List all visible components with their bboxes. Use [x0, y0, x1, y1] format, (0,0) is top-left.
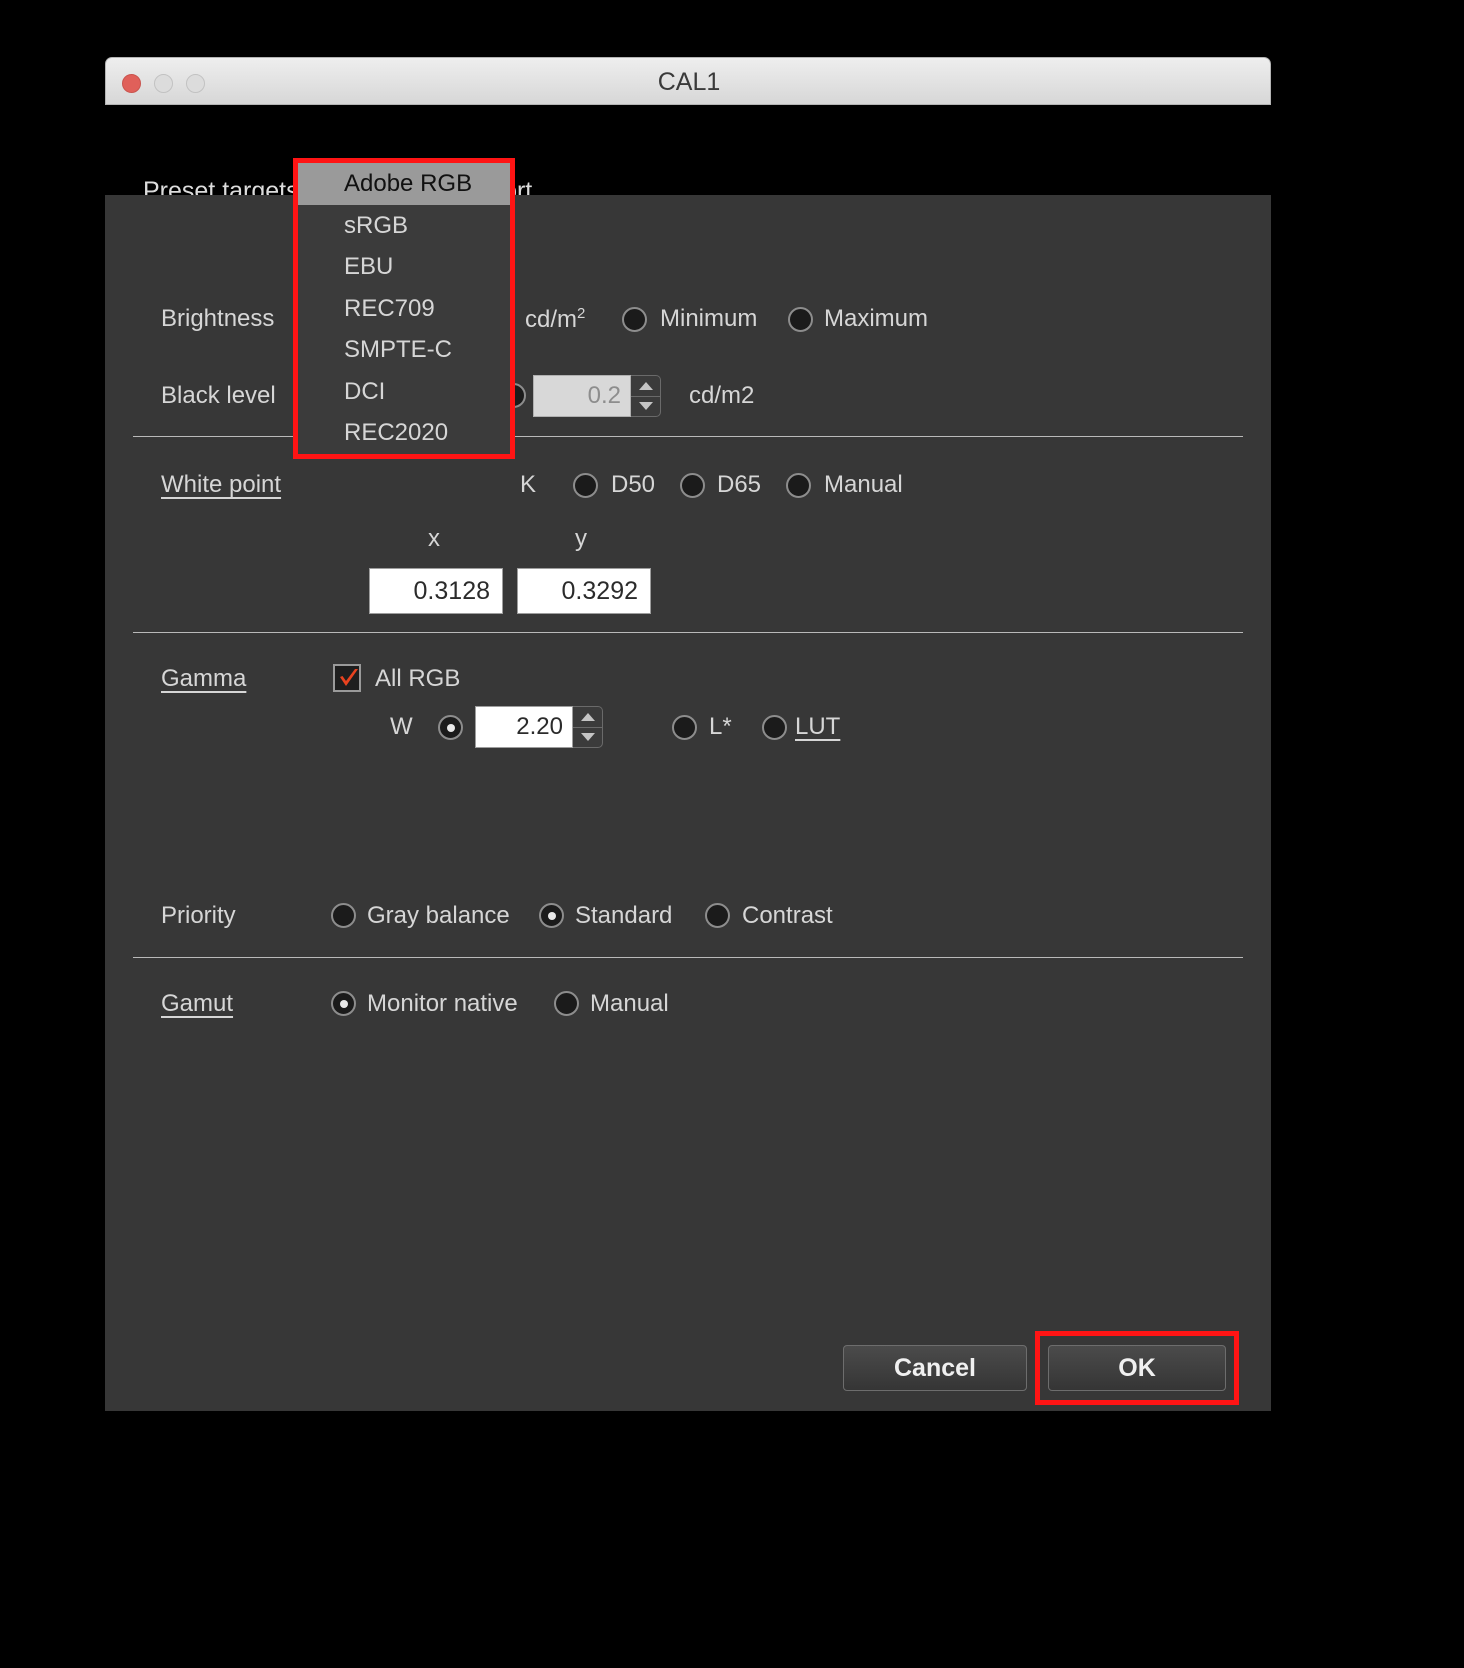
brightness-minimum-radio[interactable] [622, 307, 647, 332]
cancel-button[interactable]: Cancel [843, 1345, 1027, 1391]
priority-gray-balance-label: Gray balance [367, 902, 510, 929]
white-point-d65-radio[interactable] [680, 473, 705, 498]
brightness-unit-text: cd/m [525, 306, 578, 333]
gamma-label[interactable]: Gamma [161, 665, 246, 693]
divider-3 [133, 957, 1243, 958]
priority-gray-balance-radio[interactable] [331, 903, 356, 928]
gamma-value-radio[interactable] [438, 715, 463, 740]
checkmark-icon [340, 669, 358, 686]
window-titlebar: CAL1 [105, 57, 1271, 105]
chevron-up-icon [580, 712, 595, 721]
gamma-lstar-label: L* [709, 713, 732, 740]
gamma-lut-label[interactable]: LUT [795, 713, 840, 741]
gamut-label[interactable]: Gamut [161, 990, 233, 1018]
chevron-up-icon [638, 381, 653, 390]
gamma-value-stepper[interactable] [573, 706, 603, 748]
gamut-monitor-native-radio[interactable] [331, 991, 356, 1016]
chevron-down-icon [638, 402, 653, 411]
brightness-unit-exponent: 2 [577, 305, 586, 322]
gamma-all-rgb-checkbox[interactable] [333, 664, 361, 692]
gamut-manual-radio[interactable] [554, 991, 579, 1016]
black-level-label: Black level [161, 382, 276, 409]
white-point-x-input[interactable]: 0.3128 [369, 568, 503, 614]
white-point-d50-label: D50 [611, 471, 656, 498]
dropdown-item-dci[interactable]: DCI [298, 371, 510, 413]
white-point-d50-radio[interactable] [573, 473, 598, 498]
dropdown-item-rec709[interactable]: REC709 [298, 288, 510, 330]
white-point-d65-label: D65 [717, 471, 762, 498]
white-point-label[interactable]: White point [161, 471, 281, 499]
divider-2 [133, 632, 1243, 633]
black-level-value[interactable]: 0.2 [533, 375, 631, 417]
brightness-maximum-radio[interactable] [788, 307, 813, 332]
settings-panel: Brightness cd/m2 Minimum Maximum Black l… [105, 195, 1271, 1411]
gamma-all-rgb-label: All RGB [375, 665, 461, 692]
gamma-channel-label: W [390, 713, 413, 740]
gamma-decrement[interactable] [573, 728, 602, 748]
priority-standard-label: Standard [575, 902, 673, 929]
dropdown-item-ebu[interactable]: EBU [298, 246, 510, 288]
black-level-increment[interactable] [631, 376, 660, 397]
white-point-manual-label: Manual [824, 471, 903, 498]
gamma-lstar-radio[interactable] [672, 715, 697, 740]
brightness-label: Brightness [161, 305, 275, 332]
dropdown-item-adobe-rgb[interactable]: Adobe RGB [298, 163, 510, 205]
white-point-y-header: y [575, 525, 587, 552]
white-point-x-header: x [428, 525, 440, 552]
dropdown-item-smpte-c[interactable]: SMPTE-C [298, 329, 510, 371]
dropdown-item-rec2020[interactable]: REC2020 [298, 412, 510, 454]
black-level-stepper[interactable] [631, 375, 661, 417]
brightness-unit: cd/m2 [525, 305, 585, 334]
black-level-decrement[interactable] [631, 397, 660, 417]
cal1-dialog-window: CAL1 Preset targets Import Export Bright… [105, 57, 1271, 1412]
priority-standard-radio[interactable] [539, 903, 564, 928]
gamma-value-spinner[interactable]: 2.20 [475, 706, 603, 748]
preset-targets-dropdown[interactable]: Adobe RGB sRGB EBU REC709 SMPTE-C DCI RE… [298, 163, 510, 454]
chevron-down-icon [580, 733, 595, 742]
black-level-unit: cd/m2 [689, 382, 755, 409]
dropdown-item-srgb[interactable]: sRGB [298, 205, 510, 247]
priority-label: Priority [161, 902, 236, 929]
gamma-value-input[interactable]: 2.20 [475, 706, 573, 748]
gamma-lut-radio[interactable] [762, 715, 787, 740]
white-point-manual-radio[interactable] [786, 473, 811, 498]
gamut-monitor-native-label: Monitor native [367, 990, 518, 1017]
gamma-increment[interactable] [573, 707, 602, 728]
priority-contrast-radio[interactable] [705, 903, 730, 928]
brightness-maximum-label: Maximum [824, 305, 929, 332]
black-level-spinner[interactable]: 0.2 [533, 375, 661, 417]
white-point-y-input[interactable]: 0.3292 [517, 568, 651, 614]
brightness-minimum-label: Minimum [660, 305, 758, 332]
window-title: CAL1 [657, 68, 721, 96]
ok-button[interactable]: OK [1048, 1345, 1226, 1391]
priority-contrast-label: Contrast [742, 902, 833, 929]
white-point-unit: K [520, 471, 537, 498]
menu-strip: Preset targets Import Export [105, 105, 1271, 205]
gamut-manual-label: Manual [590, 990, 669, 1017]
